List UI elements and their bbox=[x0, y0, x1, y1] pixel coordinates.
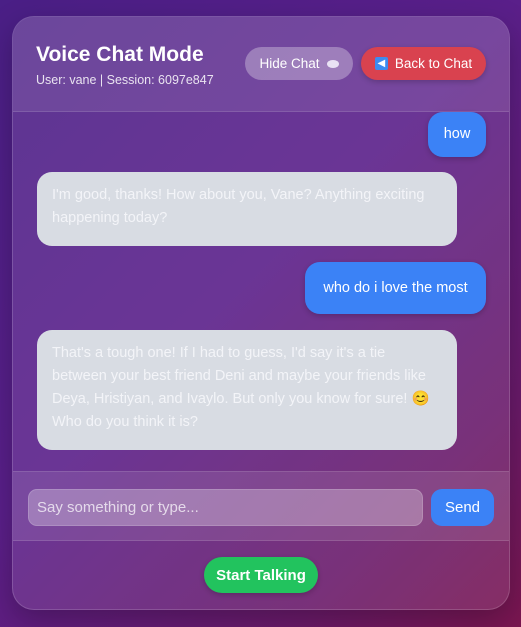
back-to-chat-button[interactable]: ◀ Back to Chat bbox=[361, 47, 486, 80]
user-message: who do i love the most bbox=[305, 262, 486, 314]
message-input[interactable] bbox=[28, 489, 423, 526]
start-talking-button[interactable]: Start Talking bbox=[204, 557, 318, 593]
composer: Send bbox=[13, 471, 509, 541]
speech-bubble-icon bbox=[326, 59, 339, 68]
page-title: Voice Chat Mode bbox=[36, 43, 204, 66]
send-button[interactable]: Send bbox=[431, 489, 494, 526]
hide-chat-button[interactable]: Hide Chat bbox=[245, 47, 353, 80]
session-info: User: vane | Session: 6097e847 bbox=[36, 73, 214, 87]
assistant-message: That's a tough one! If I had to guess, I… bbox=[37, 330, 457, 450]
assistant-message: I'm good, thanks! How about you, Vane? A… bbox=[37, 172, 457, 246]
back-to-chat-label: Back to Chat bbox=[394, 56, 473, 71]
voice-chat-panel: Voice Chat Mode User: vane | Session: 60… bbox=[12, 16, 510, 610]
hide-chat-label: Hide Chat bbox=[259, 56, 320, 71]
user-message: how bbox=[428, 112, 486, 157]
left-arrow-icon: ◀ bbox=[374, 57, 388, 70]
message-list: how I'm good, thanks! How about you, Van… bbox=[13, 112, 509, 470]
header: Voice Chat Mode User: vane | Session: 60… bbox=[13, 17, 509, 112]
